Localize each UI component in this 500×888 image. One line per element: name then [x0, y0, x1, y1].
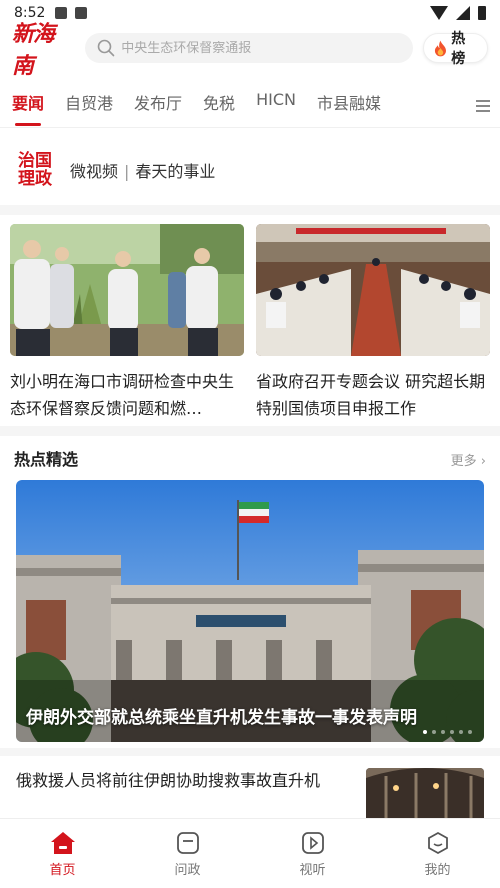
- nav-wenzheng-label: 问政: [174, 863, 201, 878]
- app-notification-icon: [75, 7, 88, 19]
- search-icon: [97, 39, 115, 57]
- tab-mianshui[interactable]: 免税: [203, 90, 235, 126]
- app-logo[interactable]: 新海南: [12, 16, 73, 80]
- carousel-dot: [450, 730, 454, 734]
- profile-icon: [427, 831, 448, 855]
- section-divider: [0, 426, 500, 436]
- bottom-navigation: 首页 问政 视听 我的: [0, 818, 500, 888]
- banner-text: 微视频 | 春天的事业: [70, 158, 215, 182]
- banner-left: 微视频: [70, 162, 119, 181]
- carousel-dot: [423, 730, 427, 734]
- news-list-item[interactable]: 俄救援人员将前往伊朗协助搜救事故直升机: [16, 768, 484, 818]
- news-card[interactable]: 省政府召开专题会议 研究超长期特别国债项目申报工作: [256, 224, 490, 422]
- status-bar: 8:52: [0, 0, 500, 26]
- battery-icon: [478, 6, 486, 20]
- nav-video[interactable]: 视听: [250, 819, 375, 888]
- featured-caption: 伊朗外交部就总统乘坐直升机发生事故一事发表声明: [26, 708, 417, 728]
- status-indicators: [430, 6, 486, 20]
- badge-line2: 理政: [18, 169, 52, 189]
- topic-banner[interactable]: 治国 理政 微视频 | 春天的事业: [0, 140, 500, 200]
- hot-list-button[interactable]: 热榜: [423, 31, 488, 67]
- search-input[interactable]: [121, 40, 392, 56]
- home-icon: [50, 832, 75, 854]
- question-icon: [176, 832, 199, 854]
- nav-home-label: 首页: [49, 863, 76, 878]
- wifi-icon: [430, 6, 448, 20]
- news-title[interactable]: 刘小明在海口市调研检查中央生态环保督察反馈问题和燃…: [10, 368, 244, 422]
- banner-right: 春天的事业: [135, 162, 216, 181]
- tab-fabuting[interactable]: 发布厅: [134, 90, 182, 126]
- carousel-indicator: [423, 730, 472, 734]
- carousel-dot: [459, 730, 463, 734]
- play-icon: [301, 832, 324, 854]
- nav-home[interactable]: 首页: [0, 819, 125, 888]
- app-header: 新海南 热榜: [0, 21, 500, 79]
- flame-icon: [435, 40, 447, 56]
- more-link[interactable]: 更多 ›: [451, 450, 486, 469]
- list-item-title[interactable]: 俄救援人员将前往伊朗协助搜救事故直升机: [16, 768, 320, 818]
- section-divider: [0, 748, 500, 756]
- news-title[interactable]: 省政府召开专题会议 研究超长期特别国债项目申报工作: [256, 368, 490, 422]
- nav-wenzheng[interactable]: 问政: [125, 819, 250, 888]
- tab-shixian[interactable]: 市县融媒: [317, 90, 381, 126]
- hot-section-title: 热点精选: [14, 450, 79, 469]
- featured-carousel[interactable]: 伊朗外交部就总统乘坐直升机发生事故一事发表声明: [16, 480, 484, 742]
- carousel-dot: [441, 730, 445, 734]
- banner-separator: |: [124, 162, 130, 181]
- channel-menu-icon[interactable]: [476, 100, 490, 115]
- section-divider: [0, 205, 500, 215]
- nav-video-label: 视听: [299, 863, 326, 878]
- list-item-thumbnail: [366, 768, 484, 818]
- hot-list-label: 热榜: [451, 31, 466, 67]
- tab-yaowen[interactable]: 要闻: [12, 90, 44, 126]
- news-card[interactable]: 刘小明在海口市调研检查中央生态环保督察反馈问题和燃…: [10, 224, 244, 422]
- nav-mine-label: 我的: [424, 863, 451, 878]
- news-image-field-inspection: [10, 224, 244, 356]
- top-news-grid: 刘小明在海口市调研检查中央生态环保督察反馈问题和燃… 省政府召开专题会议 研究超…: [10, 224, 490, 422]
- carousel-dot: [468, 730, 472, 734]
- badge-line1: 治国: [18, 151, 52, 171]
- search-bar[interactable]: [85, 33, 414, 63]
- signal-icon: [456, 6, 470, 20]
- nav-mine[interactable]: 我的: [375, 819, 500, 888]
- carousel-dot: [432, 730, 436, 734]
- tab-hicn[interactable]: HICN: [256, 90, 296, 126]
- channel-tabs: 要闻 自贸港 发布厅 免税 HICN 市县融媒: [0, 90, 500, 128]
- zhiguo-badge: 治国 理政: [16, 150, 54, 190]
- tab-zimaogang[interactable]: 自贸港: [65, 90, 113, 126]
- news-image-meeting: [256, 224, 490, 356]
